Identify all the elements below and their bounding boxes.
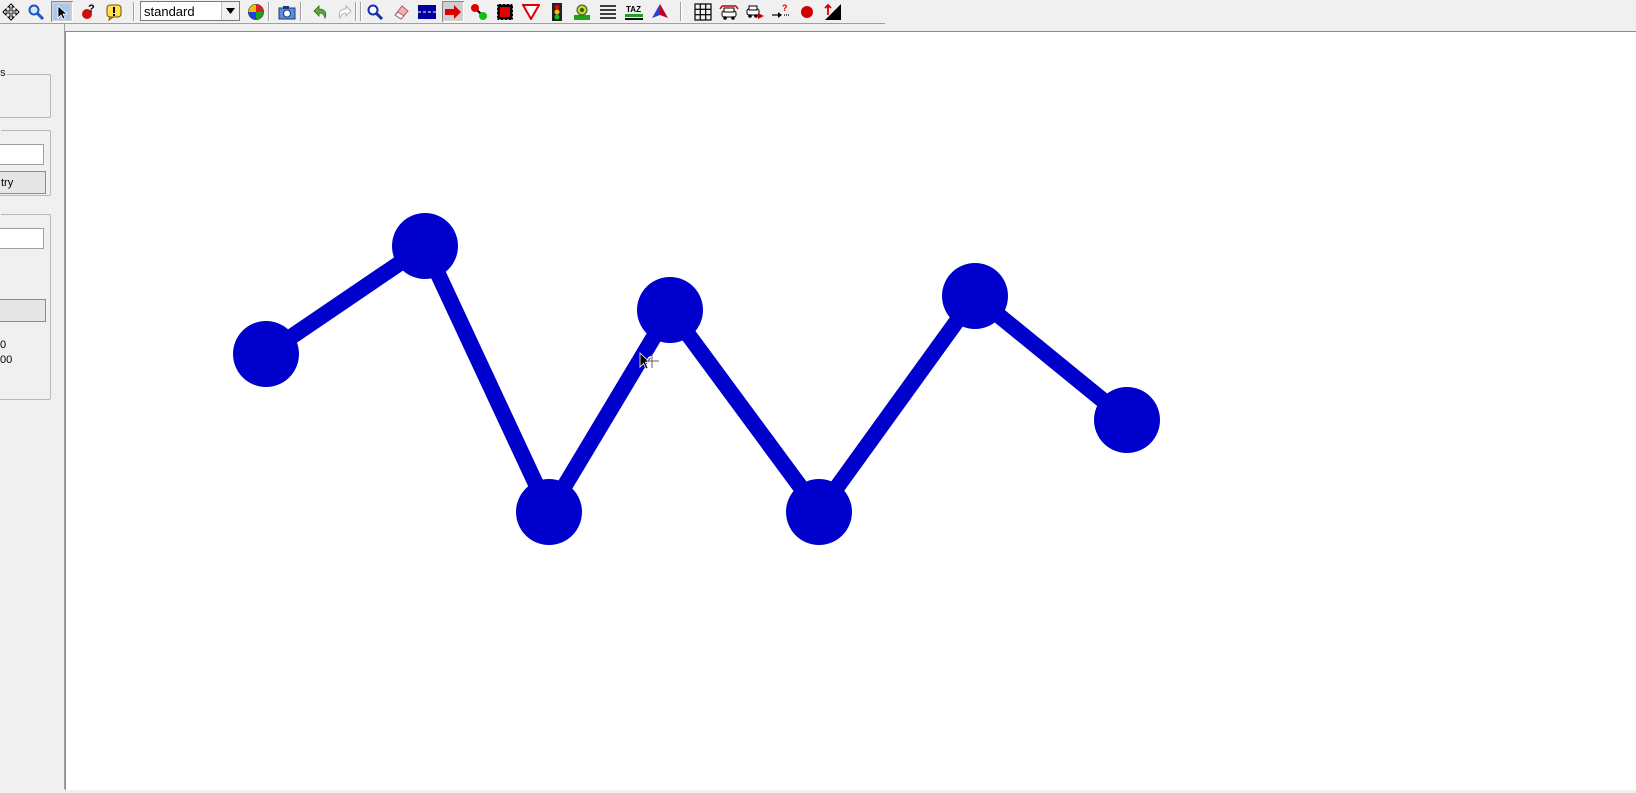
network-edge[interactable] — [417, 242, 557, 516]
polygon-icon[interactable] — [649, 1, 671, 22]
select-pointer-icon[interactable] — [51, 1, 73, 22]
position-button[interactable] — [0, 299, 46, 322]
position-group: n 0 00 — [0, 207, 51, 400]
stop-icon[interactable] — [494, 1, 516, 22]
options-group-title: ns — [0, 67, 7, 79]
color-scheme-icon[interactable] — [245, 1, 267, 22]
network-junction[interactable] — [637, 277, 703, 343]
network-junction[interactable] — [1094, 387, 1160, 453]
route-icon[interactable] — [744, 1, 766, 22]
frame-side-panel: ns y try n 0 00 — [0, 24, 65, 789]
network-junction[interactable] — [392, 213, 458, 279]
geometry-button[interactable]: try — [0, 171, 46, 194]
network-junction[interactable] — [516, 479, 582, 545]
redo-icon[interactable] — [334, 1, 356, 22]
slope-icon[interactable] — [822, 1, 844, 22]
svg-text:?: ? — [782, 3, 788, 13]
network-edge[interactable] — [542, 305, 677, 517]
taz-icon[interactable]: TAZ — [623, 1, 645, 22]
zoom-icon[interactable] — [25, 1, 47, 22]
detector-icon[interactable] — [571, 1, 593, 22]
geometry-button-label: try — [1, 176, 14, 189]
traffic-light-icon[interactable] — [546, 1, 568, 22]
list-icon[interactable] — [597, 1, 619, 22]
position-input[interactable] — [0, 228, 44, 249]
options-group: ns — [0, 67, 51, 118]
network-junction[interactable] — [942, 263, 1008, 329]
eraser-icon[interactable] — [390, 1, 412, 22]
undo-icon[interactable] — [309, 1, 331, 22]
network-edge[interactable] — [812, 291, 982, 517]
locate-icon[interactable] — [364, 1, 386, 22]
junction-icon[interactable] — [468, 1, 490, 22]
network-view-canvas[interactable] — [65, 31, 1636, 790]
screenshot-icon[interactable] — [276, 1, 298, 22]
vehicle-icon[interactable] — [718, 1, 740, 22]
edit-mode-value: standard — [144, 4, 195, 19]
geometry-input[interactable] — [0, 144, 44, 165]
inspect-icon[interactable]: ? — [77, 1, 99, 22]
stop-point-icon[interactable] — [796, 1, 818, 22]
taz-label: TAZ — [626, 5, 641, 14]
network-junction[interactable] — [786, 479, 852, 545]
move-view-icon[interactable] — [0, 1, 22, 22]
warning-icon[interactable] — [103, 1, 125, 22]
grid-icon[interactable] — [692, 1, 714, 22]
flow-icon[interactable]: ? — [770, 1, 792, 22]
svg-text:?: ? — [88, 3, 95, 15]
geometry-group-title: y — [0, 123, 1, 135]
geometry-group: y try — [0, 123, 51, 196]
network-edge[interactable] — [663, 305, 826, 517]
arrow-icon[interactable] — [442, 1, 464, 22]
toolbar: ? standard TAZ ? — [0, 0, 885, 24]
lane-icon[interactable] — [416, 1, 438, 22]
value-readout-2: 00 — [0, 354, 13, 366]
edit-mode-select[interactable]: standard — [140, 1, 240, 21]
yield-icon[interactable] — [520, 1, 542, 22]
network-drawing[interactable] — [66, 32, 1636, 790]
value-readout-1: 0 — [0, 339, 7, 351]
network-junction[interactable] — [233, 321, 299, 387]
chevron-down-icon[interactable] — [221, 2, 239, 20]
position-group-title: n — [0, 207, 2, 219]
